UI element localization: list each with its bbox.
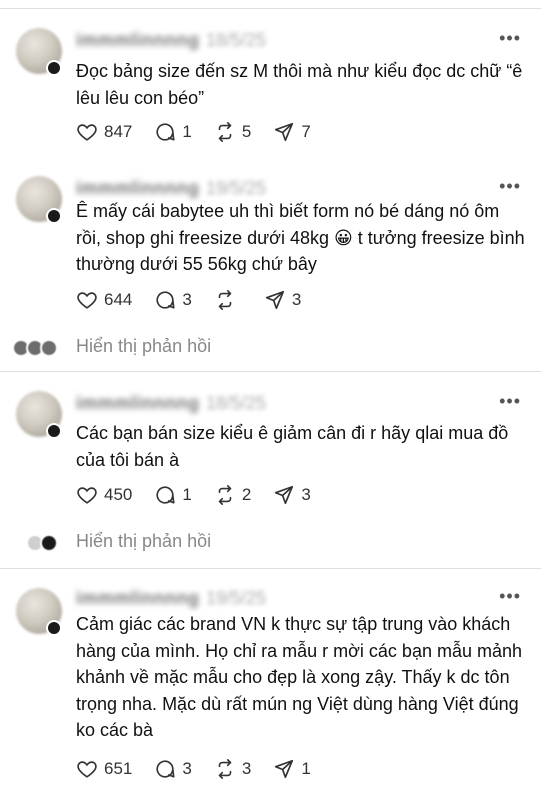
post-date: 18/5/25 bbox=[206, 30, 267, 50]
like-button[interactable]: 651 bbox=[76, 758, 132, 780]
send-icon bbox=[275, 759, 294, 779]
reply-avatar bbox=[40, 533, 58, 552]
repost-button[interactable]: 2 bbox=[214, 484, 251, 506]
more-options-icon[interactable]: ••• bbox=[499, 28, 521, 49]
heart-icon bbox=[77, 761, 97, 778]
send-icon bbox=[275, 122, 294, 142]
post-text: Các bạn bán size kiểu ê giảm cân đi r hã… bbox=[76, 423, 509, 470]
reply-count: 3 bbox=[182, 759, 192, 778]
reply-count: 1 bbox=[182, 485, 192, 504]
username[interactable]: immmlinnnng bbox=[76, 30, 200, 51]
post-date: 19/5/25 bbox=[206, 178, 267, 198]
post-text: Cảm giác các brand VN k thực sự tập trun… bbox=[76, 614, 523, 740]
post-date: 18/5/25 bbox=[206, 393, 267, 413]
share-button[interactable]: 3 bbox=[264, 289, 301, 311]
repost-button[interactable] bbox=[214, 289, 242, 311]
username[interactable]: immmlinnnng bbox=[76, 178, 200, 199]
username[interactable]: immmlinnnng bbox=[76, 393, 200, 414]
repost-icon bbox=[218, 485, 232, 505]
like-button[interactable]: 644 bbox=[76, 289, 132, 311]
repost-count: 2 bbox=[241, 485, 252, 504]
send-icon bbox=[265, 290, 284, 310]
share-count: 3 bbox=[301, 485, 311, 504]
reply-avatar bbox=[40, 338, 58, 357]
reply-avatars bbox=[0, 337, 64, 357]
reply-button[interactable]: 1 bbox=[154, 484, 192, 506]
divider bbox=[0, 371, 541, 372]
repost-icon bbox=[218, 290, 232, 310]
heart-icon bbox=[77, 124, 97, 141]
follow-badge-icon[interactable] bbox=[46, 60, 62, 76]
reply-avatars bbox=[0, 532, 64, 552]
show-replies-row[interactable]: Hiển thị phản hồi bbox=[0, 336, 211, 357]
reply-button[interactable]: 3 bbox=[154, 758, 192, 780]
reply-button[interactable]: 3 bbox=[154, 289, 192, 311]
divider bbox=[0, 568, 541, 569]
show-replies-link[interactable]: Hiển thị phản hồi bbox=[76, 531, 211, 552]
thread-feed: immmlinnnng 18/5/25 ••• Đọc bảng size đế… bbox=[0, 0, 541, 800]
more-options-icon[interactable]: ••• bbox=[499, 586, 521, 607]
follow-badge-icon[interactable] bbox=[46, 620, 62, 636]
more-options-icon[interactable]: ••• bbox=[499, 176, 521, 197]
share-count: 7 bbox=[301, 122, 311, 141]
post-actions: 450 1 2 3 bbox=[76, 484, 333, 506]
like-button[interactable]: 450 bbox=[76, 484, 132, 506]
more-options-icon[interactable]: ••• bbox=[499, 391, 521, 412]
share-count: 1 bbox=[301, 759, 311, 778]
repost-icon bbox=[218, 759, 232, 779]
share-button[interactable]: 1 bbox=[273, 758, 311, 780]
post-actions: 651 3 3 1 bbox=[76, 758, 333, 780]
like-count: 651 bbox=[104, 759, 133, 778]
post-text: Đọc bảng size đến sz M thôi mà như kiểu … bbox=[76, 61, 523, 108]
comment-icon bbox=[156, 123, 175, 141]
like-count: 847 bbox=[104, 122, 133, 141]
comment-icon bbox=[156, 486, 175, 504]
repost-count: 3 bbox=[241, 759, 252, 778]
like-count: 644 bbox=[104, 290, 133, 309]
repost-icon bbox=[218, 122, 232, 142]
share-button[interactable]: 7 bbox=[273, 121, 311, 143]
reply-button[interactable]: 1 bbox=[154, 121, 192, 143]
post-text: Ê mấy cái babytee uh thì biết form nó bé… bbox=[76, 201, 525, 274]
divider bbox=[0, 8, 541, 9]
show-replies-link[interactable]: Hiển thị phản hồi bbox=[76, 336, 211, 357]
comment-icon bbox=[156, 760, 175, 778]
repost-count: 5 bbox=[241, 122, 252, 141]
post-actions: 644 3 3 bbox=[76, 289, 323, 311]
follow-badge-icon[interactable] bbox=[46, 423, 62, 439]
like-count: 450 bbox=[104, 485, 133, 504]
share-count: 3 bbox=[291, 290, 302, 309]
username[interactable]: immmlinnnng bbox=[76, 588, 200, 609]
reply-count: 1 bbox=[182, 122, 192, 141]
send-icon bbox=[275, 485, 294, 505]
show-replies-row[interactable]: Hiển thị phản hồi bbox=[0, 531, 211, 552]
follow-badge-icon[interactable] bbox=[46, 208, 62, 224]
repost-button[interactable]: 5 bbox=[214, 121, 251, 143]
share-button[interactable]: 3 bbox=[273, 484, 311, 506]
post-date: 19/5/25 bbox=[206, 588, 267, 608]
comment-icon bbox=[156, 291, 175, 309]
heart-icon bbox=[77, 487, 97, 504]
post-actions: 847 1 5 7 bbox=[76, 121, 333, 143]
like-button[interactable]: 847 bbox=[76, 121, 132, 143]
repost-button[interactable]: 3 bbox=[214, 758, 251, 780]
reply-count: 3 bbox=[182, 290, 192, 309]
heart-icon bbox=[77, 292, 97, 309]
